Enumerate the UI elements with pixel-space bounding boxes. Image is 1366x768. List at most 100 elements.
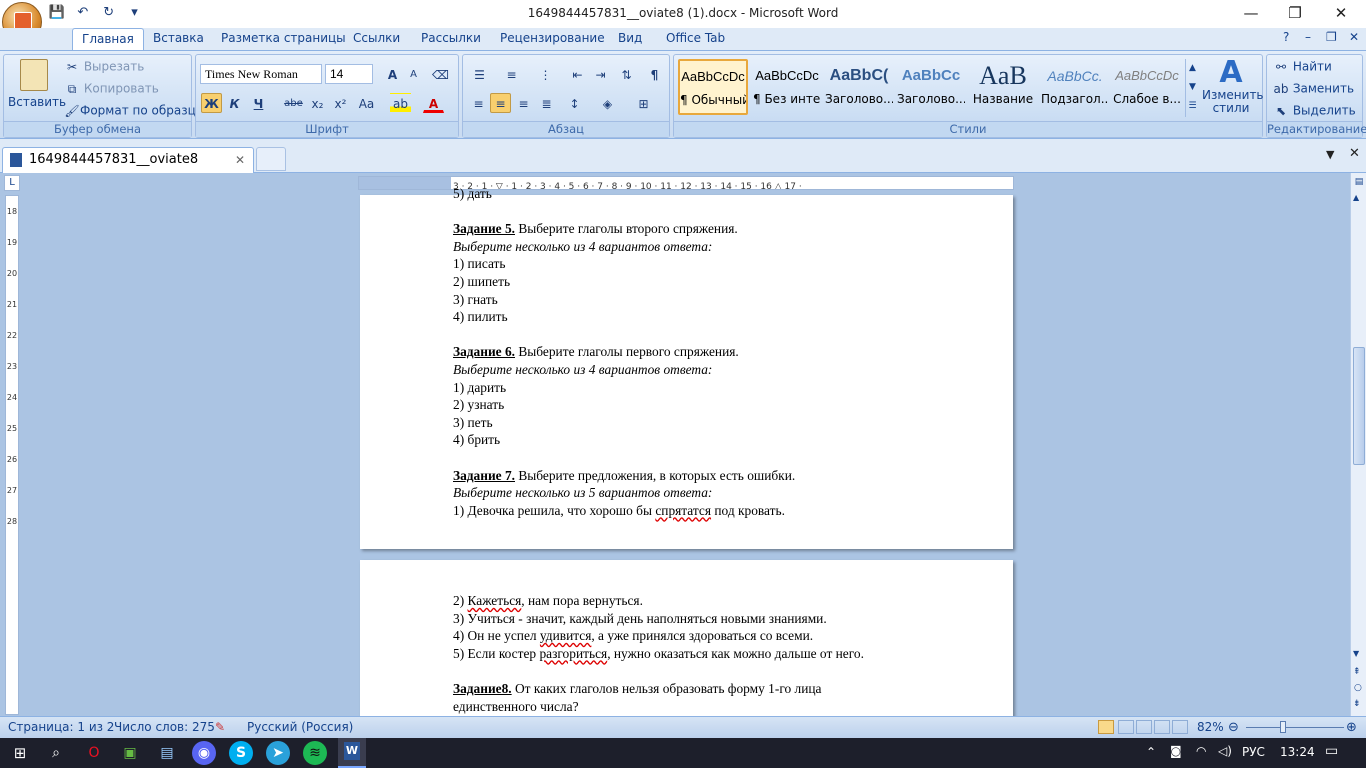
- ribbon-close-icon[interactable]: ✕: [1349, 30, 1359, 44]
- font-name-combo[interactable]: Times New Roman: [200, 64, 322, 84]
- opera-icon[interactable]: O: [82, 741, 106, 765]
- discord-tray-icon[interactable]: ◙: [1170, 744, 1182, 758]
- style-normal[interactable]: AaBbCcDc ¶ Обычный: [678, 59, 748, 115]
- tab-list-icon[interactable]: ▼: [1326, 148, 1334, 161]
- change-case-button[interactable]: Aa: [356, 93, 377, 113]
- save-icon[interactable]: 💾: [48, 4, 66, 22]
- borders-icon[interactable]: ⊞: [633, 93, 654, 113]
- file-explorer-icon[interactable]: ▤: [155, 741, 179, 765]
- close-document-icon[interactable]: ✕: [1349, 146, 1360, 161]
- tab-view[interactable]: Вид: [609, 28, 651, 50]
- outline-view-icon[interactable]: [1154, 720, 1170, 734]
- notifications-icon[interactable]: ▭: [1325, 743, 1338, 759]
- format-painter-button[interactable]: 🖌Формат по образцу: [64, 103, 203, 119]
- highlight-icon[interactable]: ab: [390, 93, 411, 113]
- paste-button[interactable]: Вставить: [8, 57, 66, 119]
- tab-selector-icon[interactable]: L: [4, 175, 20, 191]
- undo-icon[interactable]: ↶: [74, 4, 92, 22]
- scroll-up-icon[interactable]: ▲: [1353, 193, 1359, 202]
- minimize-button[interactable]: —: [1228, 0, 1274, 28]
- tab-insert[interactable]: Вставка: [144, 28, 213, 50]
- numbering-icon[interactable]: ≡: [501, 64, 522, 84]
- restore-button[interactable]: ❐: [1272, 0, 1318, 28]
- style-heading1[interactable]: AaBbC(Заголово...: [824, 59, 894, 115]
- zoom-slider-thumb[interactable]: [1280, 721, 1286, 733]
- tab-mailings[interactable]: Рассылки: [412, 28, 490, 50]
- vertical-scrollbar[interactable]: ▤ ▲ ▼ ⇞ ○ ⇟: [1350, 173, 1366, 716]
- document-tab[interactable]: 1649844457831__oviate8 (1).docx ✕: [2, 147, 254, 191]
- language-status[interactable]: Русский (Россия): [247, 717, 353, 738]
- ribbon-restore-icon[interactable]: ❐: [1326, 30, 1337, 44]
- tab-page-layout[interactable]: Разметка страницы: [212, 28, 355, 50]
- zoom-slider[interactable]: [1246, 727, 1344, 728]
- new-tab-button[interactable]: [256, 147, 286, 171]
- tab-references[interactable]: Ссылки: [344, 28, 409, 50]
- tab-review[interactable]: Рецензирование: [491, 28, 614, 50]
- start-icon[interactable]: ⊞: [8, 741, 32, 765]
- spotify-icon[interactable]: ≋: [303, 741, 327, 765]
- draft-view-icon[interactable]: [1172, 720, 1188, 734]
- customize-qat-icon[interactable]: ▾: [125, 4, 143, 22]
- scroll-down-icon[interactable]: ▼: [1353, 649, 1359, 658]
- telegram-icon[interactable]: ➤: [266, 741, 290, 765]
- previous-page-icon[interactable]: ⇞: [1353, 667, 1361, 677]
- ruler-toggle-icon[interactable]: ▤: [1353, 177, 1365, 189]
- underline-button[interactable]: Ч: [248, 93, 269, 113]
- full-screen-view-icon[interactable]: [1118, 720, 1134, 734]
- page-count[interactable]: Страница: 1 из 2: [8, 717, 114, 738]
- styles-scroll[interactable]: ▲ ▼ ☰: [1185, 59, 1199, 117]
- shrink-font-icon[interactable]: A: [403, 64, 424, 84]
- volume-icon[interactable]: ◁): [1218, 744, 1232, 758]
- word-taskbar-icon[interactable]: W: [338, 738, 366, 768]
- decrease-indent-icon[interactable]: ⇤: [567, 64, 588, 84]
- discord-icon[interactable]: ◉: [192, 741, 216, 765]
- font-size-combo[interactable]: 14: [325, 64, 373, 84]
- web-layout-view-icon[interactable]: [1136, 720, 1152, 734]
- close-tab-icon[interactable]: ✕: [235, 148, 245, 172]
- redo-icon[interactable]: ↻: [100, 4, 118, 22]
- browse-object-icon[interactable]: ○: [1354, 683, 1362, 693]
- scroll-thumb[interactable]: [1353, 347, 1365, 465]
- align-left-icon[interactable]: ≡: [468, 93, 489, 113]
- close-button[interactable]: ✕: [1318, 0, 1364, 28]
- zoom-out-icon[interactable]: ⊖: [1228, 717, 1239, 738]
- search-icon[interactable]: ⌕: [44, 741, 68, 765]
- word-count[interactable]: Число слов: 275: [114, 717, 215, 738]
- help-icon[interactable]: ?: [1283, 30, 1289, 44]
- skype-icon[interactable]: S: [229, 741, 253, 765]
- shading-icon[interactable]: ◈: [597, 93, 618, 113]
- justify-icon[interactable]: ≣: [536, 93, 557, 113]
- line-spacing-icon[interactable]: ↕: [564, 93, 585, 113]
- increase-indent-icon[interactable]: ⇥: [590, 64, 611, 84]
- subscript-button[interactable]: x₂: [307, 93, 328, 113]
- page-1[interactable]: 5) дать Задание 5. Выберите глаголы втор…: [360, 186, 1013, 549]
- find-button[interactable]: ⚯ Найти: [1273, 59, 1332, 75]
- style-subtle-emphasis[interactable]: AaBbCcDc Слабое в...: [1112, 59, 1182, 115]
- align-right-icon[interactable]: ≡: [513, 93, 534, 113]
- minecraft-icon[interactable]: ▣: [118, 741, 142, 765]
- strikethrough-button[interactable]: abe: [283, 93, 304, 113]
- copy-button[interactable]: ⧉ Копировать: [64, 81, 159, 97]
- style-no-spacing[interactable]: AaBbCcDc ¶ Без инте...: [752, 59, 822, 115]
- select-button[interactable]: ⬉ Выделить: [1273, 103, 1356, 119]
- zoom-level[interactable]: 82%: [1197, 717, 1224, 738]
- multilevel-list-icon[interactable]: ⋮: [535, 64, 556, 84]
- ribbon-minimize-icon[interactable]: –: [1305, 30, 1311, 44]
- align-center-icon[interactable]: ≡: [490, 93, 511, 113]
- superscript-button[interactable]: x²: [330, 93, 351, 113]
- bullets-icon[interactable]: ☰: [469, 64, 490, 84]
- italic-button[interactable]: К: [224, 93, 245, 113]
- clear-format-icon[interactable]: ⌫: [430, 64, 451, 84]
- sort-icon[interactable]: ⇅: [616, 64, 637, 84]
- style-title[interactable]: AaB Название: [968, 59, 1038, 115]
- replace-button[interactable]: ab Заменить: [1273, 81, 1355, 97]
- change-styles-button[interactable]: A Изменить стили: [1202, 57, 1264, 115]
- style-subtitle[interactable]: AaBbCc. Подзагол...: [1040, 59, 1110, 115]
- chevron-up-icon[interactable]: ⌃: [1146, 745, 1156, 759]
- bold-button[interactable]: Ж: [201, 93, 222, 113]
- next-page-icon[interactable]: ⇟: [1353, 699, 1361, 709]
- input-language[interactable]: РУС: [1242, 745, 1265, 759]
- network-icon[interactable]: ◠: [1196, 744, 1206, 758]
- print-layout-view-icon[interactable]: [1098, 720, 1114, 734]
- proofing-icon[interactable]: ✎: [215, 717, 225, 738]
